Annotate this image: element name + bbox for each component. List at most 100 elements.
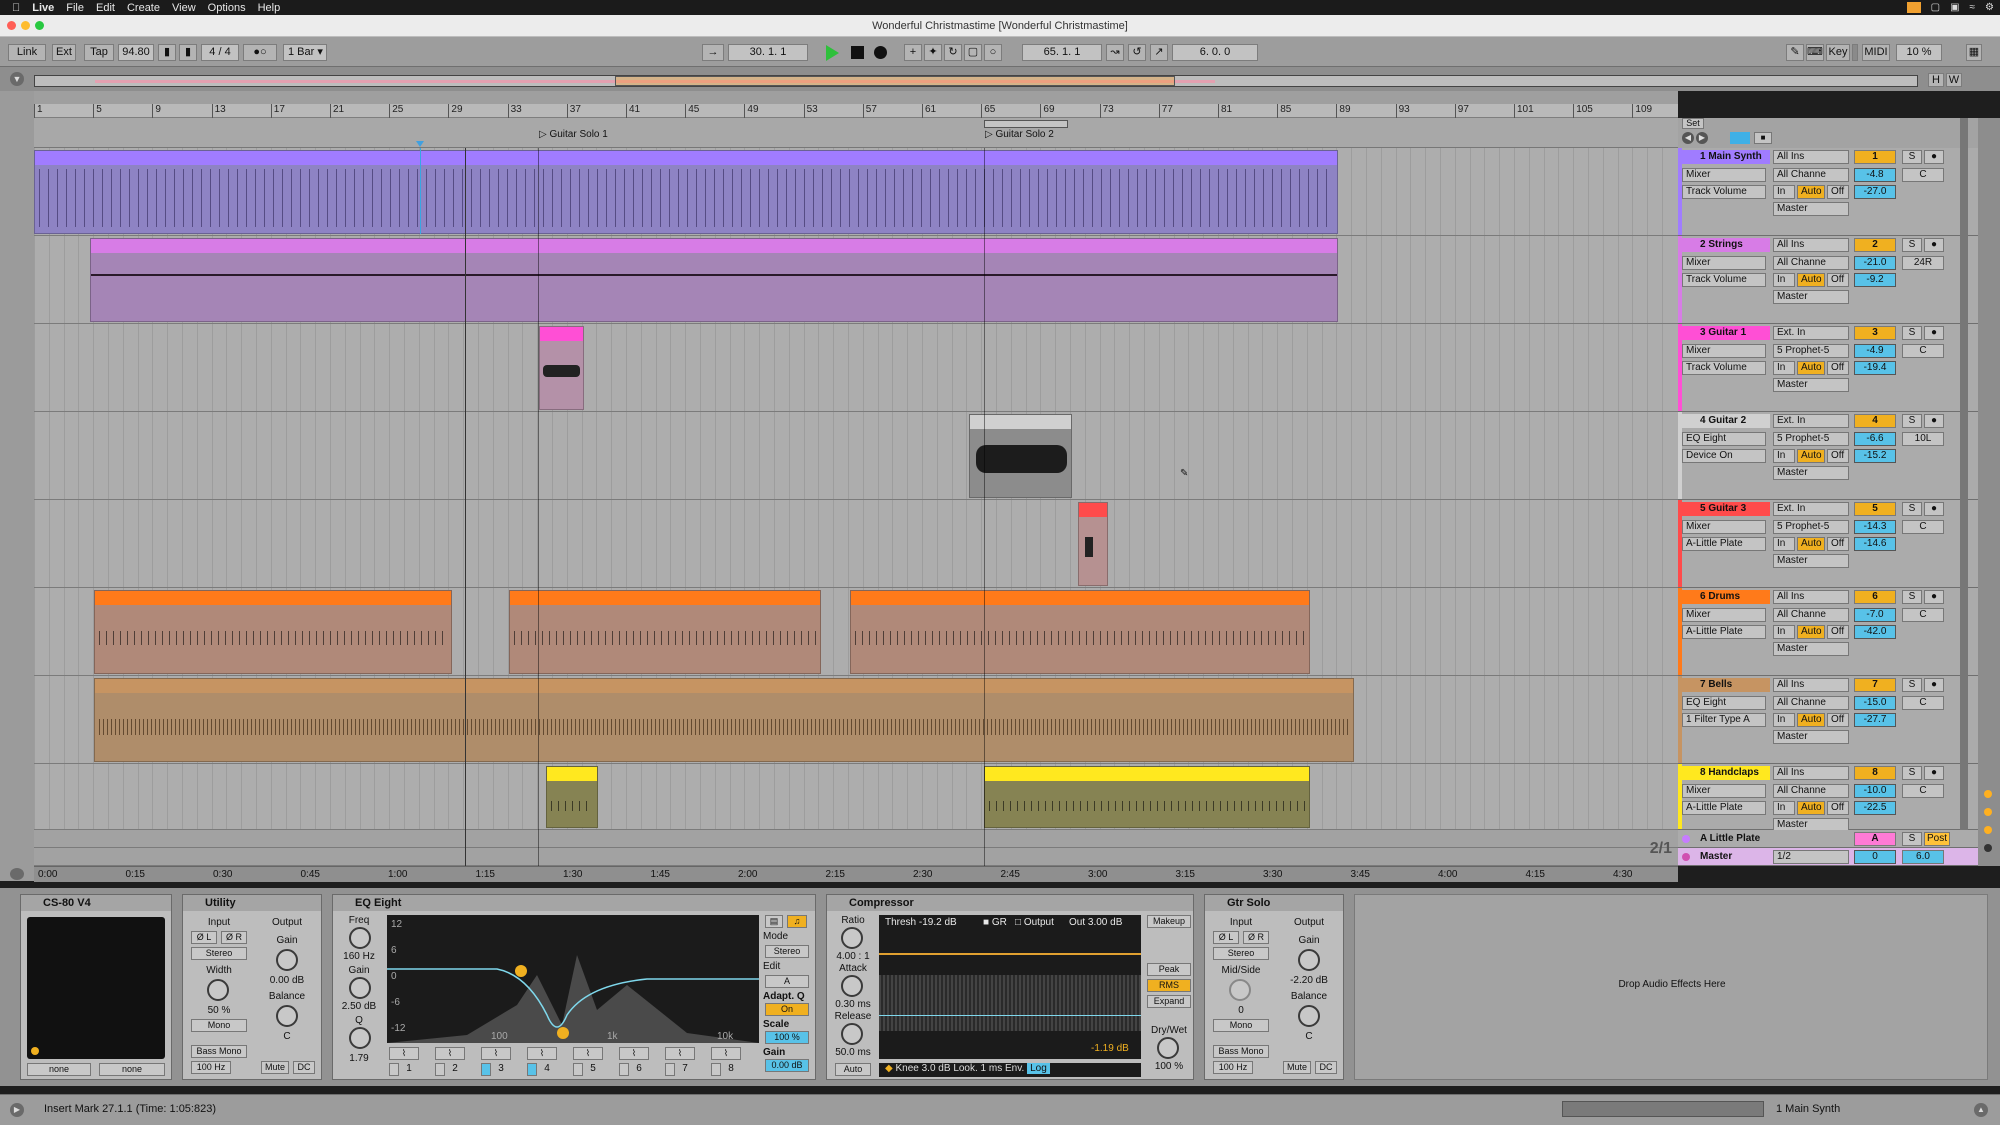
track-name[interactable]: 6 Drums: [1678, 590, 1770, 604]
track-lane-guitar-1[interactable]: [34, 324, 1678, 412]
midi-map-button[interactable]: MIDI: [1862, 44, 1890, 61]
link-button[interactable]: Link: [8, 44, 46, 61]
mode-select[interactable]: Stereo: [765, 945, 809, 958]
automation-param-chooser[interactable]: Track Volume: [1682, 185, 1766, 199]
channel-mode-select[interactable]: Stereo: [1213, 947, 1269, 960]
input-type-select[interactable]: All Ins: [1773, 238, 1849, 252]
locator-lane[interactable]: ▷ Guitar Solo 1 ▷ Guitar Solo 2: [34, 118, 1678, 148]
master-volume[interactable]: 0: [1854, 850, 1896, 864]
mute-button[interactable]: Mute: [261, 1061, 289, 1074]
device-eq-eight[interactable]: EQ Eight Freq 160 Hz Gain 2.50 dB Q 1.79…: [332, 894, 816, 1080]
monitor-in-button[interactable]: In: [1773, 713, 1795, 727]
track-header[interactable]: 2 Strings Mixer Track Volume All Ins All Cha…: [1678, 236, 1978, 324]
mixer-toggle-icon[interactable]: [1730, 132, 1750, 144]
gr-toggle[interactable]: ■ GR: [983, 917, 1007, 928]
apple-icon[interactable]: : [12, 2, 20, 14]
stop-button[interactable]: [851, 46, 864, 59]
solo-button[interactable]: S: [1902, 326, 1922, 340]
compressor-display[interactable]: Thresh -19.2 dB ■ GR □ Output Out 3.00 d…: [879, 915, 1141, 1059]
output-select[interactable]: Master: [1773, 378, 1849, 392]
loop-start-field[interactable]: 65. 1. 1: [1022, 44, 1102, 61]
track-pan[interactable]: C: [1902, 344, 1944, 358]
solo-button[interactable]: S: [1902, 678, 1922, 692]
phase-right-button[interactable]: Ø R: [1243, 931, 1269, 944]
menu-help[interactable]: Help: [258, 2, 281, 14]
solo-button[interactable]: S: [1902, 766, 1922, 780]
band-4-handle[interactable]: [557, 1027, 569, 1039]
bass-mono-freq[interactable]: 100 Hz: [1213, 1061, 1253, 1074]
automation-param-chooser[interactable]: Track Volume: [1682, 361, 1766, 375]
arrangement-overview[interactable]: ▼ H W: [0, 67, 2000, 91]
clip-guitar-3[interactable]: [1078, 502, 1108, 586]
freq-knob[interactable]: [349, 927, 371, 949]
master-output-select[interactable]: 1/2: [1773, 850, 1849, 864]
monitor-off-button[interactable]: Off: [1827, 273, 1849, 287]
ext-sync-button[interactable]: Ext: [52, 44, 76, 61]
gain-knob[interactable]: [1298, 949, 1320, 971]
automation-param-chooser[interactable]: Device On: [1682, 449, 1766, 463]
monitor-in-button[interactable]: In: [1773, 625, 1795, 639]
menu-app[interactable]: Live: [32, 2, 54, 14]
set-button[interactable]: Set: [1682, 118, 1704, 129]
filter-type-icon[interactable]: ⌇: [573, 1047, 603, 1060]
input-channel-select[interactable]: All Channe: [1773, 608, 1849, 622]
filter-type-icon[interactable]: ⌇: [481, 1047, 511, 1060]
device-title[interactable]: Compressor: [827, 895, 1193, 911]
monitor-auto-button[interactable]: Auto: [1797, 625, 1825, 639]
adapt-q-button[interactable]: On: [765, 1003, 809, 1016]
menu-options[interactable]: Options: [208, 2, 246, 14]
monitor-off-button[interactable]: Off: [1827, 537, 1849, 551]
track-name[interactable]: Master: [1678, 850, 1770, 864]
track-lane-drums[interactable]: [34, 588, 1678, 676]
mono-button[interactable]: Mono: [1213, 1019, 1269, 1032]
re-enable-automation-icon[interactable]: ↻: [944, 44, 962, 61]
gain-value[interactable]: 2.50 dB: [333, 1001, 385, 1012]
device-title[interactable]: CS-80 V4: [21, 895, 171, 911]
monitor-off-button[interactable]: Off: [1827, 625, 1849, 639]
device-chooser[interactable]: Mixer: [1682, 784, 1766, 798]
mid-side-value[interactable]: 0: [1209, 1005, 1273, 1016]
track-volume[interactable]: -4.8: [1854, 168, 1896, 182]
monitor-auto-button[interactable]: Auto: [1797, 537, 1825, 551]
track-volume[interactable]: -4.9: [1854, 344, 1896, 358]
track-lane-master[interactable]: 2/1: [34, 840, 1678, 866]
plugin-param-left[interactable]: none: [27, 1063, 91, 1076]
clip-handclaps-2[interactable]: [984, 766, 1310, 828]
output-select[interactable]: Master: [1773, 554, 1849, 568]
master-cue[interactable]: 6.0: [1902, 850, 1944, 864]
track-activator[interactable]: 6: [1854, 590, 1896, 604]
track-pan[interactable]: C: [1902, 696, 1944, 710]
sidechain-icon[interactable]: ◆: [885, 1063, 893, 1074]
dc-button[interactable]: DC: [1315, 1061, 1337, 1074]
device-title[interactable]: EQ Eight: [333, 895, 815, 911]
clip-header[interactable]: [510, 591, 820, 605]
loop-length-field[interactable]: 6. 0. 0: [1172, 44, 1258, 61]
window-icon[interactable]: ▢: [1931, 2, 1940, 13]
clip-bells[interactable]: [94, 678, 1354, 762]
track-header-master[interactable]: Master 1/2 0 6.0: [1678, 848, 1978, 866]
track-volume[interactable]: -7.0: [1854, 608, 1896, 622]
bass-mono-button[interactable]: Bass Mono: [191, 1045, 247, 1058]
clip-header[interactable]: [35, 151, 1337, 165]
monitor-in-button[interactable]: In: [1773, 537, 1795, 551]
track-name[interactable]: 4 Guitar 2: [1678, 414, 1770, 428]
monitor-auto-button[interactable]: Auto: [1797, 801, 1825, 815]
clip-header[interactable]: [970, 415, 1071, 429]
nudge-up-icon[interactable]: ▮: [179, 44, 197, 61]
track-name[interactable]: 2 Strings: [1678, 238, 1770, 252]
track-pan[interactable]: C: [1902, 784, 1944, 798]
track-name[interactable]: 1 Main Synth: [1678, 150, 1770, 164]
track-lane-handclaps[interactable]: [34, 764, 1678, 830]
capture-icon[interactable]: ▢: [964, 44, 982, 61]
info-toggle-icon[interactable]: ▶: [10, 1103, 24, 1117]
input-type-select[interactable]: All Ins: [1773, 150, 1849, 164]
time-ruler[interactable]: 0:00 0:15 0:30 0:45 1:00 1:15 1:30 1:45 2:00 2:15…: [34, 866, 1678, 882]
follow-icon[interactable]: →: [702, 44, 724, 61]
balance-value[interactable]: C: [255, 1031, 319, 1042]
peak-button[interactable]: Peak: [1147, 963, 1191, 976]
minimize-window-button[interactable]: [21, 21, 30, 30]
monitor-in-button[interactable]: In: [1773, 361, 1795, 375]
q-value[interactable]: 1.79: [333, 1053, 385, 1064]
freq-value[interactable]: 160 Hz: [333, 951, 385, 962]
ratio-value[interactable]: 4.00 : 1: [827, 951, 879, 962]
